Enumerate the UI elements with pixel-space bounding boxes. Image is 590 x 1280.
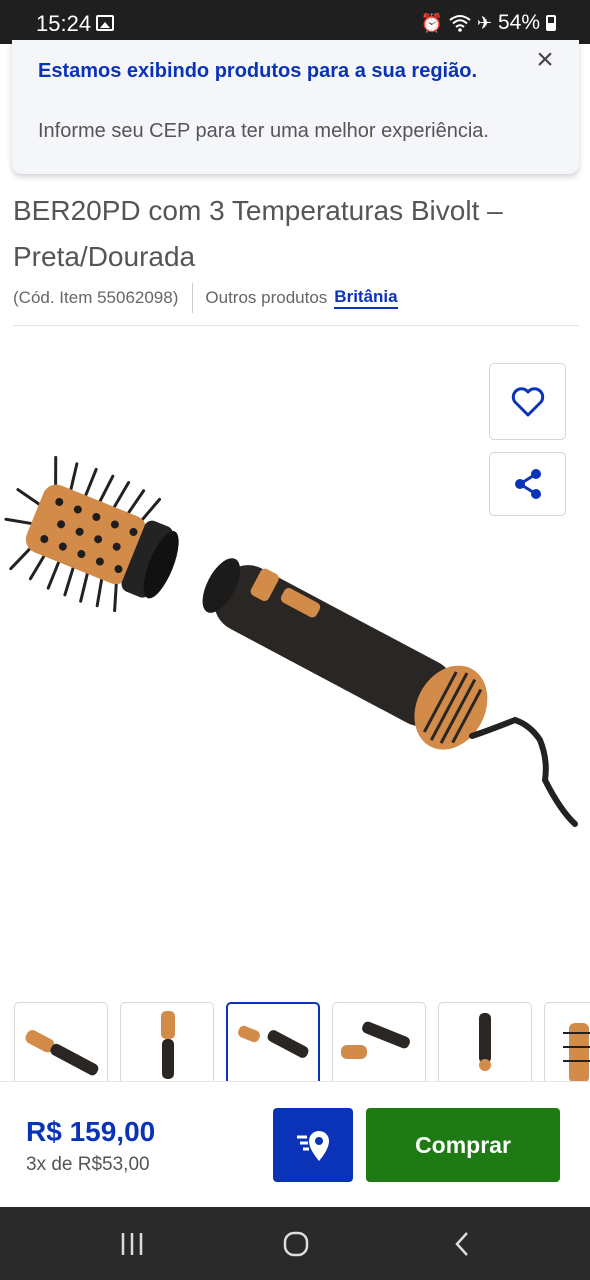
divider [192, 283, 194, 313]
status-icons: ⏰ ✈ 54% [420, 11, 556, 35]
location-pin-icon [297, 1131, 329, 1161]
back-icon[interactable] [442, 1227, 482, 1261]
airplane-icon: ✈ [476, 13, 492, 33]
thumbnail-6[interactable] [544, 1002, 590, 1082]
thumbnail-1[interactable] [14, 1002, 108, 1082]
thumbnail-strip[interactable] [0, 1002, 590, 1082]
price: R$ 159,00 [26, 1116, 156, 1147]
thumbnail-5[interactable] [438, 1002, 532, 1082]
home-icon[interactable] [276, 1227, 316, 1261]
battery-percent: 54% [497, 11, 540, 34]
image-notification-icon [96, 15, 114, 31]
region-banner-title: Estamos exibindo produtos para a sua reg… [38, 60, 477, 82]
thumbnail-3[interactable] [226, 1002, 320, 1082]
recent-apps-icon[interactable] [112, 1227, 152, 1261]
product-code: (Cód. Item 55062098) [13, 288, 179, 307]
close-icon[interactable]: × [531, 45, 559, 75]
installments: 3x de R$53,00 [26, 1154, 150, 1175]
other-products-label: Outros produtos [205, 288, 328, 307]
status-bar: 15:24 ⏰ ✈ 54% [0, 0, 590, 44]
alarm-icon: ⏰ [420, 13, 443, 33]
heart-icon [511, 386, 544, 416]
battery-icon [546, 15, 556, 31]
thumbnail-2[interactable] [120, 1002, 214, 1082]
clock: 15:24 [36, 11, 92, 36]
region-banner-subtitle: Informe seu CEP para ter uma melhor expe… [38, 120, 489, 142]
purchase-bar: R$ 159,00 3x de R$53,00 Comprar [0, 1081, 590, 1207]
divider [13, 325, 579, 326]
product-title: BER20PD com 3 Temperaturas Bivolt – Pret… [13, 195, 503, 272]
region-banner[interactable]: Estamos exibindo produtos para a sua reg… [12, 40, 579, 174]
brand-link[interactable]: Britânia [334, 287, 398, 309]
wifi-icon [449, 15, 471, 32]
product-meta: (Cód. Item 55062098) Outros produtos Bri… [13, 283, 398, 313]
share-icon [514, 469, 541, 499]
thumbnail-4[interactable] [332, 1002, 426, 1082]
favorite-button[interactable] [489, 363, 566, 440]
share-button[interactable] [489, 452, 566, 516]
buy-button[interactable]: Comprar [366, 1108, 560, 1182]
location-button[interactable] [273, 1108, 353, 1182]
navigation-bar [0, 1207, 590, 1280]
